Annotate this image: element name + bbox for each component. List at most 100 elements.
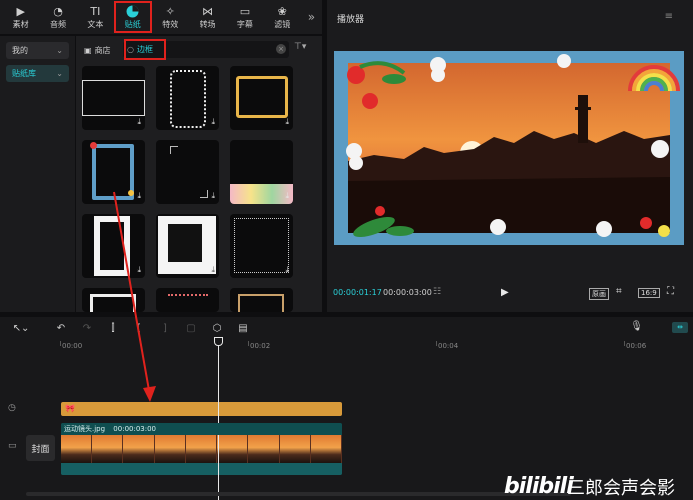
preview-frame bbox=[334, 51, 684, 245]
sticker-tile[interactable]: ⤓ bbox=[156, 214, 219, 278]
search-highlight-box bbox=[124, 39, 166, 60]
sticker-tile[interactable] bbox=[230, 288, 293, 312]
ruler-label: 00:06 bbox=[626, 342, 647, 350]
tab-media[interactable]: ▶ 素材 bbox=[2, 0, 39, 34]
filter-icon: ❀ bbox=[277, 5, 287, 18]
current-time: 00:00:01:17 bbox=[333, 288, 382, 297]
media-icon: ▶ bbox=[16, 5, 25, 18]
media-toolbar: ▶ 素材 ◔ 音频 TI 文本 贴纸 ✧ 特效 ⋈ 转场 ▭ 字幕 ❀ 滤镜 » bbox=[0, 0, 322, 34]
clip-name: 运动镜头.jpg bbox=[64, 425, 106, 433]
menu-icon[interactable]: ≡ bbox=[665, 11, 673, 22]
tab-effects[interactable]: ✧ 特效 bbox=[152, 0, 189, 34]
tab-subtitle[interactable]: ▭ 字幕 bbox=[226, 0, 263, 34]
playhead-handle[interactable] bbox=[214, 337, 223, 346]
marker-icon[interactable]: ⬡ bbox=[204, 323, 230, 334]
clip-duration: 00:00:03:00 bbox=[113, 425, 157, 433]
undo-icon[interactable]: ↶ bbox=[48, 323, 74, 334]
screenshot-icon[interactable]: ⌗ bbox=[616, 286, 622, 297]
redo-icon[interactable]: ↷ bbox=[74, 323, 100, 334]
tab-transition[interactable]: ⋈ 转场 bbox=[189, 0, 226, 34]
filter-button[interactable]: ⊤▾ bbox=[294, 42, 306, 52]
download-icon[interactable]: ⤓ bbox=[285, 117, 289, 127]
category-label: 我的 bbox=[12, 46, 28, 55]
category-library[interactable]: 贴纸库 ⌄ bbox=[6, 65, 69, 82]
sticker-category-list: 我的 ⌄ 贴纸库 ⌄ bbox=[0, 36, 75, 312]
text-icon: TI bbox=[90, 5, 101, 18]
sticker-tile[interactable]: ⤓ bbox=[230, 66, 293, 130]
tab-text[interactable]: TI 文本 bbox=[77, 0, 114, 34]
store-button[interactable]: ▣ 商店 bbox=[84, 42, 111, 58]
trim-left-icon[interactable]: [ bbox=[126, 323, 152, 334]
sticker-panel: ▣ 商店 ○ 边框 × ⊤▾ ⤓ ⤓ ⤓ ⤓ ⤓ ⤓ ⤓ ⤓ ⤓ bbox=[76, 36, 322, 312]
download-icon[interactable]: ⤓ bbox=[285, 191, 289, 201]
clip-thumbnails bbox=[61, 435, 342, 463]
tab-label: 字幕 bbox=[236, 20, 253, 29]
tab-label: 文本 bbox=[87, 20, 104, 29]
track-clock-icon: ◷ bbox=[8, 403, 16, 413]
edit-icon[interactable]: ▤ bbox=[230, 323, 256, 334]
snap-toggle[interactable]: ⇹ bbox=[672, 322, 688, 333]
tab-label: 转场 bbox=[199, 20, 216, 29]
tab-label: 贴纸 bbox=[124, 20, 141, 29]
horizontal-scrollbar[interactable] bbox=[26, 492, 571, 496]
download-icon[interactable]: ⤓ bbox=[137, 265, 141, 275]
clip-header: 运动镜头.jpg 00:00:03:00 bbox=[61, 423, 342, 435]
tab-filter[interactable]: ❀ 滤镜 bbox=[264, 0, 301, 34]
download-icon[interactable]: ⤓ bbox=[285, 265, 289, 275]
track-video-icon: ▭ bbox=[8, 441, 17, 451]
store-icon: ▣ bbox=[84, 45, 92, 55]
download-icon[interactable]: ⤓ bbox=[137, 117, 141, 127]
category-label: 贴纸库 bbox=[12, 69, 36, 78]
chevron-down-icon: ⌄ bbox=[56, 46, 63, 55]
sticker-icon bbox=[126, 5, 140, 18]
split-icon[interactable]: ⫿ bbox=[100, 323, 126, 334]
category-mine[interactable]: 我的 ⌄ bbox=[6, 42, 69, 59]
sticker-tile[interactable]: ⤓ bbox=[156, 66, 219, 130]
sticker-clip[interactable]: 🎀 bbox=[61, 402, 342, 416]
microphone-icon[interactable]: 🎙 bbox=[630, 321, 643, 332]
bilibili-logo: bilibili bbox=[504, 474, 574, 499]
total-duration: 00:00:03:00 bbox=[383, 288, 432, 297]
clear-icon[interactable]: × bbox=[276, 44, 286, 54]
video-clip[interactable]: 运动镜头.jpg 00:00:03:00 bbox=[61, 423, 342, 475]
ruler-label: 00:02 bbox=[250, 342, 271, 350]
play-button[interactable]: ▶ bbox=[501, 287, 509, 298]
sticker-tile[interactable]: ⤓ bbox=[156, 140, 219, 204]
tab-label: 音频 bbox=[50, 20, 67, 29]
sticker-tile[interactable]: ⤓ bbox=[82, 66, 145, 130]
delete-icon[interactable]: ▢ bbox=[178, 323, 204, 334]
playhead[interactable] bbox=[218, 338, 219, 500]
clip-audio-strip bbox=[61, 463, 342, 475]
download-icon[interactable]: ⤓ bbox=[211, 191, 215, 201]
preview-canvas[interactable] bbox=[334, 51, 684, 245]
watermark-text: 三郎会声会影 bbox=[567, 478, 675, 499]
aspect-ratio-button[interactable]: 16:9 bbox=[638, 288, 660, 298]
sticker-tile[interactable]: ⤓ bbox=[230, 140, 293, 204]
fullscreen-icon[interactable]: ⛶ bbox=[667, 286, 674, 297]
ruler-label: 00:00 bbox=[62, 342, 83, 350]
audio-icon: ◔ bbox=[53, 5, 63, 18]
more-tabs-button[interactable]: » bbox=[301, 0, 322, 34]
original-quality-button[interactable]: 原画 bbox=[589, 288, 609, 300]
time-ruler[interactable]: 00:00 00:02 00:04 00:06 bbox=[60, 341, 693, 353]
sticker-tile[interactable]: ⤓ bbox=[230, 214, 293, 278]
tab-label: 滤镜 bbox=[274, 20, 291, 29]
timeline-panel: ↖⌄ ↶ ↷ ⫿ [ ] ▢ ⬡ ▤ 🎙 ⇹ 00:00 00:02 00:04… bbox=[0, 317, 693, 500]
sticker-tile[interactable]: ⤓ bbox=[82, 214, 145, 278]
download-icon[interactable]: ⤓ bbox=[211, 265, 215, 275]
transition-icon: ⋈ bbox=[202, 5, 214, 18]
sticker-tile[interactable] bbox=[156, 288, 219, 312]
chevron-down-icon: ⌄ bbox=[56, 69, 63, 78]
select-tool-icon[interactable]: ↖⌄ bbox=[8, 323, 34, 334]
ruler-label: 00:04 bbox=[438, 342, 459, 350]
download-icon[interactable]: ⤓ bbox=[211, 117, 215, 127]
timeline-list-icon[interactable]: ☷ bbox=[433, 287, 441, 297]
sticker-tile[interactable] bbox=[82, 288, 145, 312]
subtitle-icon: ▭ bbox=[239, 5, 251, 18]
tab-audio[interactable]: ◔ 音频 bbox=[39, 0, 76, 34]
sticker-tile[interactable]: ⤓ bbox=[82, 140, 145, 204]
trim-right-icon[interactable]: ] bbox=[152, 323, 178, 334]
download-icon[interactable]: ⤓ bbox=[137, 191, 141, 201]
cover-button[interactable]: 封面 bbox=[26, 435, 55, 461]
tab-sticker[interactable]: 贴纸 bbox=[114, 1, 152, 33]
